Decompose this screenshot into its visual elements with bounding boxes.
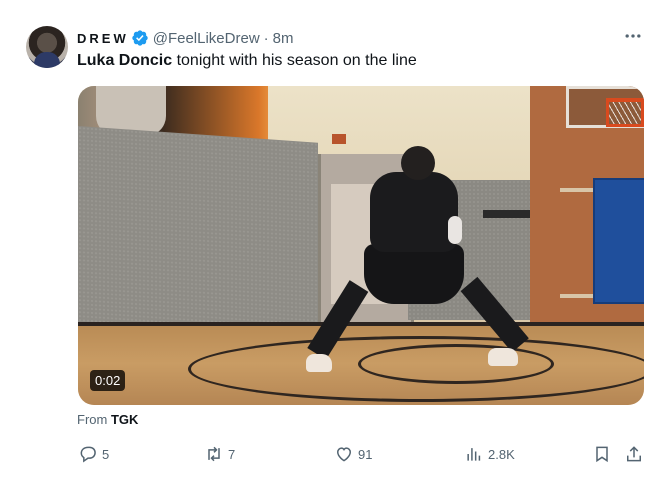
views-count: 2.8K <box>488 446 515 462</box>
views-button[interactable]: 2.8K <box>464 444 515 464</box>
tweet-header: DREW @FeelLikeDrew · 8m <box>77 28 294 48</box>
reply-count: 5 <box>102 446 110 462</box>
video-player[interactable]: 0:02 <box>78 86 644 405</box>
bookmark-button[interactable] <box>592 444 616 464</box>
share-icon <box>627 446 641 462</box>
avatar[interactable] <box>26 26 68 68</box>
like-button[interactable]: 91 <box>334 444 372 464</box>
tweet: DREW @FeelLikeDrew · 8m Luka Doncic toni… <box>0 0 670 485</box>
tweet-text: Luka Doncic tonight with his season on t… <box>77 51 417 71</box>
more-icon[interactable] <box>622 26 644 48</box>
reply-icon <box>80 446 96 463</box>
video-duration: 0:02 <box>90 370 126 391</box>
reply-button[interactable]: 5 <box>78 444 109 464</box>
video-player-figure <box>370 172 458 252</box>
author-name[interactable]: DREW <box>77 31 129 46</box>
repost-button[interactable]: 7 <box>204 444 235 464</box>
tweet-time[interactable]: 8m <box>273 30 294 47</box>
separator-dot: · <box>263 29 269 47</box>
video-occupancy-sign <box>483 210 531 218</box>
video-exit-sign <box>332 134 346 144</box>
share-button[interactable] <box>624 444 648 464</box>
from-source-link[interactable]: TGK <box>111 412 138 427</box>
verified-icon <box>132 30 148 46</box>
bookmark-icon <box>596 446 608 463</box>
action-bar: 5 7 91 2.8K <box>78 444 648 466</box>
repost-icon <box>208 446 220 462</box>
video-blue-mat <box>593 178 644 304</box>
video-hoop <box>606 98 644 127</box>
from-label: From <box>77 412 108 427</box>
tweet-text-rest: tonight with his season on the line <box>172 52 417 69</box>
video-source: From TGK <box>77 412 138 427</box>
author-handle[interactable]: @FeelLikeDrew <box>153 30 260 47</box>
tweet-text-bold: Luka Doncic <box>77 52 173 69</box>
views-icon <box>467 448 481 461</box>
like-count: 91 <box>358 446 373 462</box>
like-icon <box>336 447 352 462</box>
repost-count: 7 <box>228 446 236 462</box>
